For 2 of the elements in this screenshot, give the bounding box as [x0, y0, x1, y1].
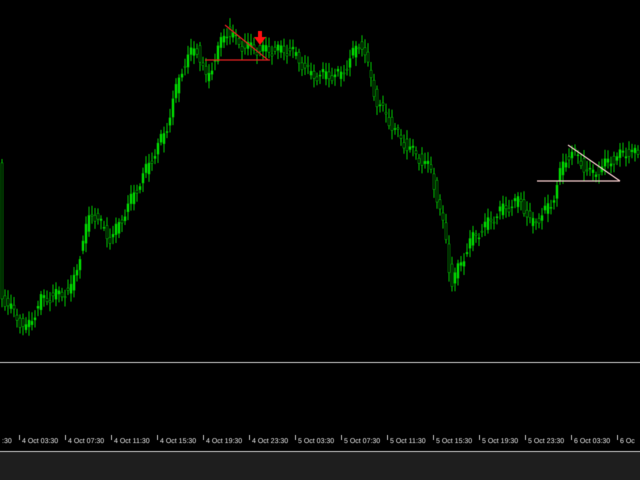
- down-arrow-icon: [254, 31, 266, 45]
- triangle-pattern: [205, 24, 270, 61]
